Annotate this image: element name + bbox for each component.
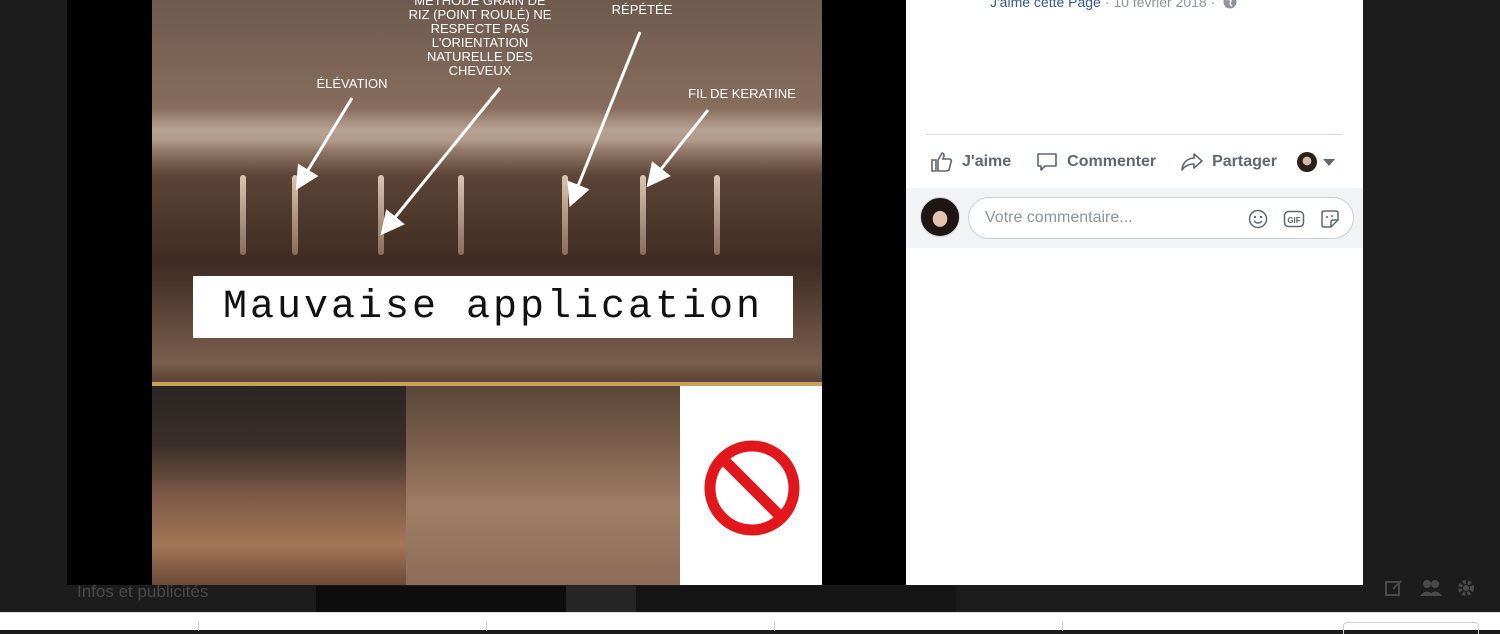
svg-text:GIF: GIF bbox=[1287, 216, 1300, 225]
post-side-panel: J'aime cette Page · 10 février 2018 · J'… bbox=[906, 0, 1363, 585]
sub-photo-left bbox=[152, 386, 406, 585]
globe-icon bbox=[1223, 0, 1237, 12]
meta-separator: · bbox=[1100, 0, 1114, 10]
backdrop-photo-strip bbox=[316, 586, 956, 612]
comment-composer: GIF bbox=[906, 188, 1363, 248]
bottom-toolbar bbox=[0, 612, 1500, 634]
like-button[interactable]: J'aime bbox=[930, 150, 1011, 174]
people-icon[interactable] bbox=[1420, 578, 1442, 600]
gif-icon[interactable]: GIF bbox=[1283, 208, 1305, 230]
comment-input-icons: GIF bbox=[1247, 208, 1341, 230]
share-label: Partager bbox=[1212, 153, 1277, 170]
like-label: J'aime bbox=[962, 153, 1012, 170]
sub-photo-middle bbox=[406, 386, 680, 585]
comment-button[interactable]: Commenter bbox=[1035, 150, 1156, 174]
post-meta: J'aime cette Page · 10 février 2018 · bbox=[990, 0, 1237, 12]
chevron-down-icon bbox=[1323, 158, 1335, 166]
post-actions: J'aime Commenter Partager bbox=[930, 148, 1335, 176]
backdrop-section-label: Infos et publicités bbox=[77, 582, 209, 601]
gear-icon[interactable] bbox=[1456, 578, 1478, 600]
avatar bbox=[1297, 152, 1317, 172]
share-arrow-icon bbox=[1181, 153, 1203, 171]
commenter-avatar bbox=[920, 197, 960, 237]
comment-input-wrapper[interactable]: GIF bbox=[968, 197, 1354, 239]
speech-bubble-icon bbox=[1037, 153, 1057, 171]
share-button[interactable]: Partager bbox=[1180, 150, 1277, 174]
smiley-icon[interactable] bbox=[1247, 208, 1269, 230]
post-date[interactable]: 10 février 2018 bbox=[1113, 0, 1206, 10]
annotation-arrows bbox=[295, 31, 710, 236]
prohibited-icon bbox=[704, 440, 800, 536]
post-photo[interactable]: MÉTHODE GRAIN DE RIZ (POINT ROULÉ) NE RE… bbox=[152, 0, 822, 585]
meta-separator-2: · bbox=[1206, 0, 1220, 10]
audience-selector[interactable] bbox=[1297, 152, 1335, 172]
sub-photo-right bbox=[680, 386, 822, 585]
thumbs-up-icon bbox=[931, 152, 953, 172]
like-page-link[interactable]: J'aime cette Page bbox=[990, 0, 1101, 10]
photo-caption: Mauvaise application bbox=[222, 284, 764, 330]
sticker-icon[interactable] bbox=[1319, 208, 1341, 230]
comment-input[interactable] bbox=[985, 209, 1235, 227]
bottom-button[interactable] bbox=[1343, 622, 1479, 634]
photo-stage: MÉTHODE GRAIN DE RIZ (POINT ROULÉ) NE RE… bbox=[67, 0, 906, 585]
photo-caption-box: Mauvaise application bbox=[193, 276, 793, 338]
edit-icon[interactable] bbox=[1384, 578, 1406, 600]
backdrop-icon-group bbox=[1384, 578, 1478, 600]
comment-label: Commenter bbox=[1067, 153, 1157, 170]
actions-divider bbox=[926, 134, 1342, 135]
